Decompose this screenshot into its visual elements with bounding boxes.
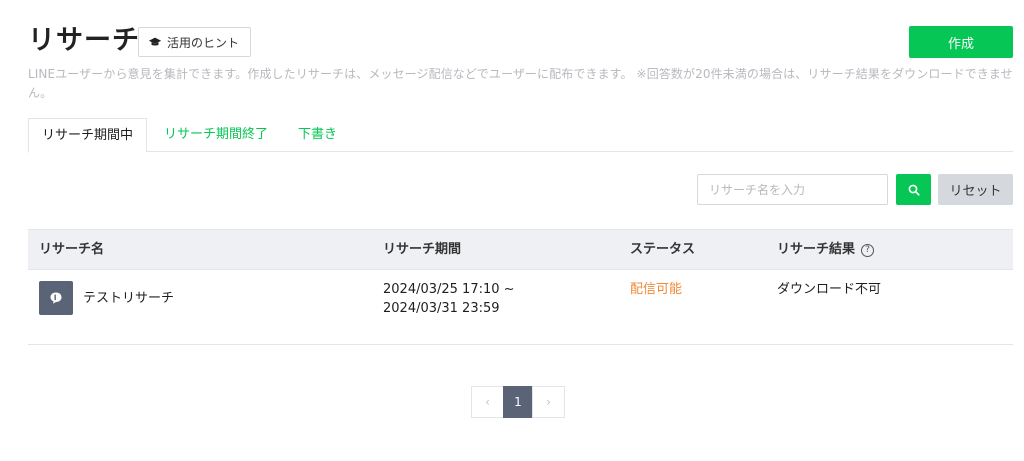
column-header-status: ステータス	[630, 242, 696, 257]
research-table: リサーチ名 リサーチ期間 ステータス リサーチ結果 ? テストリサーチ 2024…	[28, 229, 1013, 345]
next-page-button[interactable]: ›	[532, 386, 565, 418]
column-header-period: リサーチ期間	[383, 242, 462, 257]
page-header: リサーチ 活用のヒント 作成	[28, 24, 1013, 60]
usage-hint-label: 活用のヒント	[167, 35, 240, 50]
usage-hint-button[interactable]: 活用のヒント	[138, 27, 252, 57]
table-header: リサーチ名 リサーチ期間 ステータス リサーチ結果 ?	[28, 229, 1013, 270]
table-row: テストリサーチ 2024/03/25 17:10 ~ 2024/03/31 23…	[28, 270, 1013, 345]
help-icon[interactable]: ?	[861, 243, 875, 257]
reset-button[interactable]: リセット	[938, 174, 1013, 205]
page-title: リサーチ	[28, 25, 140, 56]
page-description: LINEユーザーから意見を集計できます。作成したリサーチは、メッセージ配信などで…	[28, 67, 1013, 100]
status-tabs: リサーチ期間中 リサーチ期間終了 下書き	[28, 118, 1013, 153]
speech-bubble-icon	[39, 281, 73, 315]
page-number-current[interactable]: 1	[503, 386, 533, 418]
graduation-cap-icon	[148, 37, 162, 46]
prev-page-button[interactable]: ‹	[471, 386, 504, 418]
tab-drafts[interactable]: 下書き	[298, 118, 337, 152]
column-header-name: リサーチ名	[39, 242, 105, 257]
search-icon	[908, 184, 920, 196]
research-period: 2024/03/25 17:10 ~ 2024/03/31 23:59	[383, 282, 515, 316]
research-name[interactable]: テストリサーチ	[83, 289, 174, 308]
research-name-search-input[interactable]	[697, 174, 888, 205]
research-name-cell[interactable]: テストリサーチ	[39, 281, 174, 315]
research-result: ダウンロード不可	[777, 282, 882, 297]
column-header-result: リサーチ結果 ?	[777, 230, 875, 270]
tab-active-period[interactable]: リサーチ期間中	[28, 118, 148, 153]
create-button[interactable]: 作成	[909, 26, 1013, 58]
tab-ended[interactable]: リサーチ期間終了	[164, 118, 268, 152]
search-button[interactable]	[896, 174, 931, 205]
status-badge: 配信可能	[630, 282, 683, 297]
pagination: ‹ 1 ›	[471, 386, 565, 418]
